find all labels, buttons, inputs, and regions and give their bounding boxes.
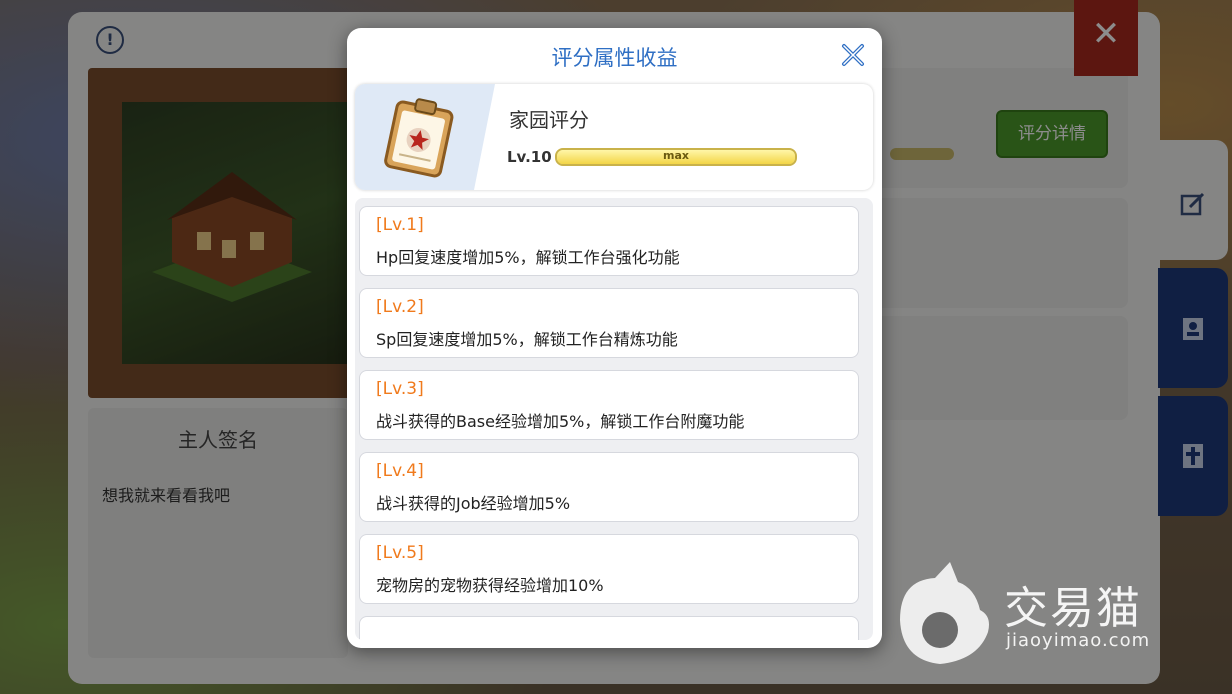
level-item-partial [359,616,859,640]
home-score-level: Lv.10 [507,148,552,166]
home-score-header: 家园评分 Lv.10 max [355,84,873,190]
level-description: 宠物房的宠物获得经验增加10% [376,576,604,595]
level-description: Sp回复速度增加5%，解锁工作台精炼功能 [376,330,678,349]
level-tag: [Lv.3] [376,379,424,399]
modal-title: 评分属性收益 [551,46,678,70]
home-score-name: 家园评分 [509,108,589,132]
level-description: 战斗获得的Base经验增加5%，解锁工作台附魔功能 [376,412,745,431]
level-progress-bar: max [555,148,797,166]
level-tag: [Lv.5] [376,543,424,563]
level-progress-label: max [663,149,689,162]
clipboard-icon [384,98,454,178]
level-item: [Lv.4] 战斗获得的Job经验增加5% [359,452,859,522]
level-tag: [Lv.1] [376,215,424,235]
level-item: [Lv.5] 宠物房的宠物获得经验增加10% [359,534,859,604]
watermark-url: jiaoyimao.com [1006,630,1151,651]
level-item: [Lv.2] Sp回复速度增加5%，解锁工作台精炼功能 [359,288,859,358]
level-tag: [Lv.2] [376,297,424,317]
score-attribute-modal: 评分属性收益 家园评分 Lv.10 max [Lv.1] Hp回复速度增加5%，… [347,28,882,648]
level-tag: [Lv.4] [376,461,424,481]
level-description: 战斗获得的Job经验增加5% [376,494,571,513]
modal-close-icon[interactable] [840,42,866,68]
level-benefit-list[interactable]: [Lv.1] Hp回复速度增加5%，解锁工作台强化功能 [Lv.2] Sp回复速… [355,198,873,640]
level-item: [Lv.3] 战斗获得的Base经验增加5%，解锁工作台附魔功能 [359,370,859,440]
watermark-brand: 交易猫 [1004,583,1142,634]
level-description: Hp回复速度增加5%，解锁工作台强化功能 [376,248,680,267]
level-item: [Lv.1] Hp回复速度增加5%，解锁工作台强化功能 [359,206,859,276]
